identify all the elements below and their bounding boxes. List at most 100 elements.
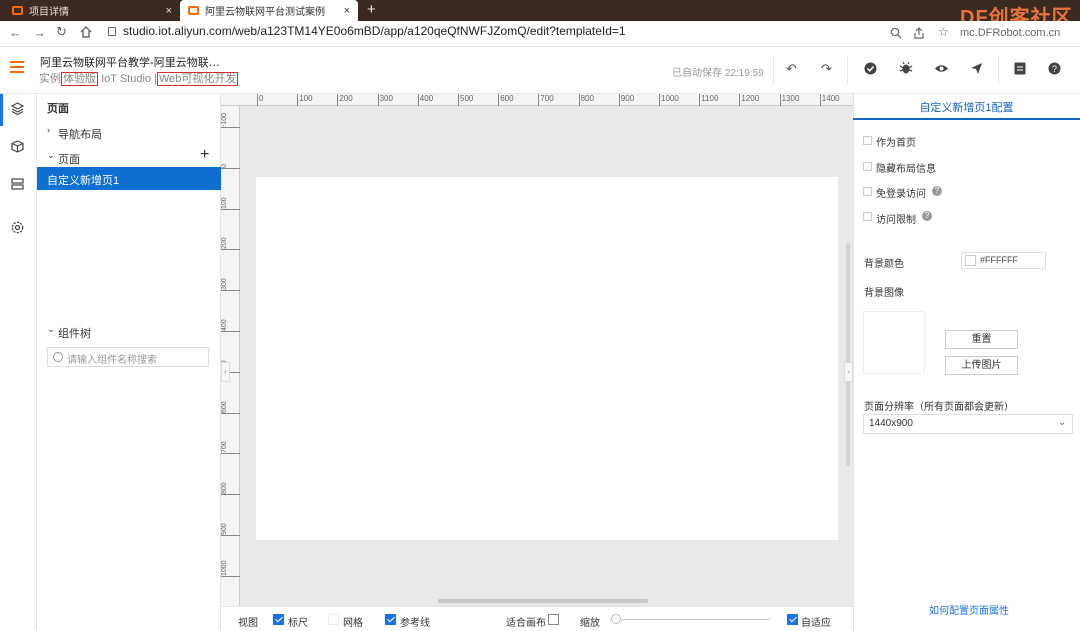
- resolution-select[interactable]: 1440x900: [863, 414, 1073, 434]
- guides-checkbox[interactable]: [385, 614, 396, 625]
- grid-checkbox[interactable]: [328, 614, 339, 625]
- view-label: 视图: [238, 618, 258, 629]
- config-help-link[interactable]: 如何配置页面属性: [929, 602, 1009, 617]
- zoom-slider[interactable]: [610, 619, 770, 620]
- tab-title: 阿里云物联网平台测试案例: [205, 7, 325, 18]
- sidebar-item-pages[interactable]: 页面: [58, 151, 80, 167]
- ruler-tick-label: 1100: [699, 94, 718, 106]
- add-page-button[interactable]: +: [200, 146, 209, 164]
- check-icon[interactable]: [864, 62, 877, 75]
- share-icon[interactable]: [913, 27, 925, 39]
- divider: [773, 56, 774, 84]
- tab-close-icon[interactable]: ×: [166, 5, 172, 17]
- tab-title: 项目详情: [29, 7, 69, 18]
- fit-canvas-icon[interactable]: [548, 614, 559, 625]
- ruler-tick-label: 800: [221, 475, 240, 496]
- title-underline: [853, 118, 1080, 120]
- chevron-down-icon[interactable]: ⌄: [47, 150, 55, 161]
- component-tree-title[interactable]: 组件树: [58, 325, 91, 341]
- component-cube-icon[interactable]: [11, 140, 24, 153]
- auto-fit-checkbox[interactable]: [787, 614, 798, 625]
- config-panel-title: 自定义新增页1配置: [919, 102, 1014, 114]
- storage-icon[interactable]: [11, 178, 24, 191]
- guides-label: 参考线: [400, 618, 430, 629]
- ruler-tick-label: -100: [221, 108, 240, 128]
- collapse-right-icon[interactable]: ›: [844, 362, 853, 382]
- redo-icon[interactable]: ↷: [821, 61, 832, 77]
- grid-label: 网格: [343, 618, 363, 629]
- sidebar-title: 页面: [47, 103, 69, 115]
- color-swatch[interactable]: [965, 255, 976, 266]
- page-canvas[interactable]: [256, 177, 838, 540]
- collapse-left-icon[interactable]: ‹: [221, 362, 230, 382]
- star-icon[interactable]: ☆: [938, 25, 949, 39]
- ruler-tick-label: 100: [221, 189, 240, 210]
- autosave-status: 已自动保存 22:19:59: [672, 68, 764, 79]
- ruler-tick-label: 600: [221, 393, 240, 414]
- bg-image-label: 背景图像: [864, 288, 904, 299]
- ruler-tick-label: 800: [578, 94, 594, 106]
- reload-icon[interactable]: ↻: [56, 24, 67, 40]
- tab-close-icon[interactable]: ×: [344, 5, 350, 17]
- sidebar-item-nav-layout[interactable]: 导航布局: [58, 126, 102, 142]
- doc-icon[interactable]: [1014, 62, 1026, 75]
- layers-icon[interactable]: [11, 102, 24, 115]
- help-icon[interactable]: ?: [1048, 62, 1061, 75]
- lock-icon[interactable]: [108, 27, 116, 36]
- search-icon[interactable]: [890, 27, 902, 39]
- vertical-scrollbar[interactable]: [846, 243, 850, 466]
- settings-icon[interactable]: [11, 221, 24, 234]
- url-input[interactable]: studio.iot.aliyun.com/web/a123TM14YE0o6m…: [123, 24, 626, 38]
- breadcrumb-product[interactable]: IoT Studio: [101, 73, 151, 85]
- ruler-tick-label: 100: [297, 94, 313, 106]
- bug-icon[interactable]: [899, 61, 913, 75]
- publish-icon[interactable]: [970, 62, 983, 75]
- bg-color-label: 背景颜色: [864, 259, 904, 270]
- ruler-tick-label: 0: [221, 148, 240, 169]
- tab-test-case[interactable]: 阿里云物联网平台测试案例 ×: [180, 0, 358, 21]
- new-tab-button[interactable]: +: [367, 1, 376, 18]
- auto-fit-label: 自适应: [801, 618, 831, 629]
- reset-button[interactable]: 重置: [945, 330, 1018, 349]
- as-home-checkbox[interactable]: [863, 136, 872, 145]
- horizontal-scrollbar[interactable]: [438, 599, 648, 603]
- hide-layout-checkbox[interactable]: [863, 162, 872, 171]
- ruler-tick-label: 1400: [819, 94, 840, 106]
- aliyun-logo-icon: [12, 6, 23, 15]
- breadcrumb-instance[interactable]: 实例: [39, 73, 61, 85]
- access-limit-checkbox[interactable]: [863, 212, 872, 221]
- component-search-input[interactable]: 请输入组件名称搜索: [47, 347, 209, 367]
- chevron-down-icon[interactable]: ⌄: [47, 324, 55, 335]
- hide-layout-label: 隐藏布局信息: [876, 164, 936, 175]
- divider: [998, 56, 999, 84]
- resolution-label: 页面分辨率（所有页面都会更新）: [864, 402, 1014, 413]
- ruler-tick-label: 200: [221, 230, 240, 251]
- chevron-right-icon[interactable]: ›: [47, 125, 50, 135]
- ruler-tick-label: 900: [618, 94, 634, 106]
- undo-icon[interactable]: ↶: [786, 61, 797, 77]
- forward-icon[interactable]: →: [33, 25, 46, 40]
- help-circle-icon[interactable]: ?: [932, 186, 942, 196]
- preview-icon[interactable]: [934, 63, 949, 74]
- ruler-checkbox[interactable]: [273, 614, 284, 625]
- ruler-label: 标尺: [288, 618, 308, 629]
- zoom-label: 缩放: [580, 618, 600, 629]
- breadcrumb-module[interactable]: Web可视化开发: [156, 72, 239, 86]
- ruler-tick-label: 1000: [659, 94, 679, 106]
- upload-image-button[interactable]: 上传图片: [945, 356, 1018, 375]
- ruler-tick-label: 500: [458, 94, 473, 106]
- ruler-tick-label: 200: [337, 94, 353, 106]
- tab-project-details[interactable]: 项目详情 ×: [4, 0, 180, 21]
- ruler-tick-label: 0: [257, 94, 263, 106]
- menu-icon[interactable]: [10, 61, 24, 73]
- no-login-checkbox[interactable]: [863, 187, 872, 196]
- zoom-slider-handle[interactable]: [611, 614, 621, 624]
- fit-canvas-button[interactable]: 适合画布: [506, 614, 546, 629]
- home-icon[interactable]: [80, 26, 92, 38]
- bg-image-preview: [863, 311, 925, 374]
- back-icon[interactable]: ←: [9, 25, 22, 40]
- chevron-down-icon[interactable]: ⌄: [1058, 417, 1066, 428]
- help-circle-icon[interactable]: ?: [922, 211, 932, 221]
- page-item-selected[interactable]: 自定义新增页1: [37, 167, 221, 190]
- ruler-tick-label: 400: [221, 312, 240, 332]
